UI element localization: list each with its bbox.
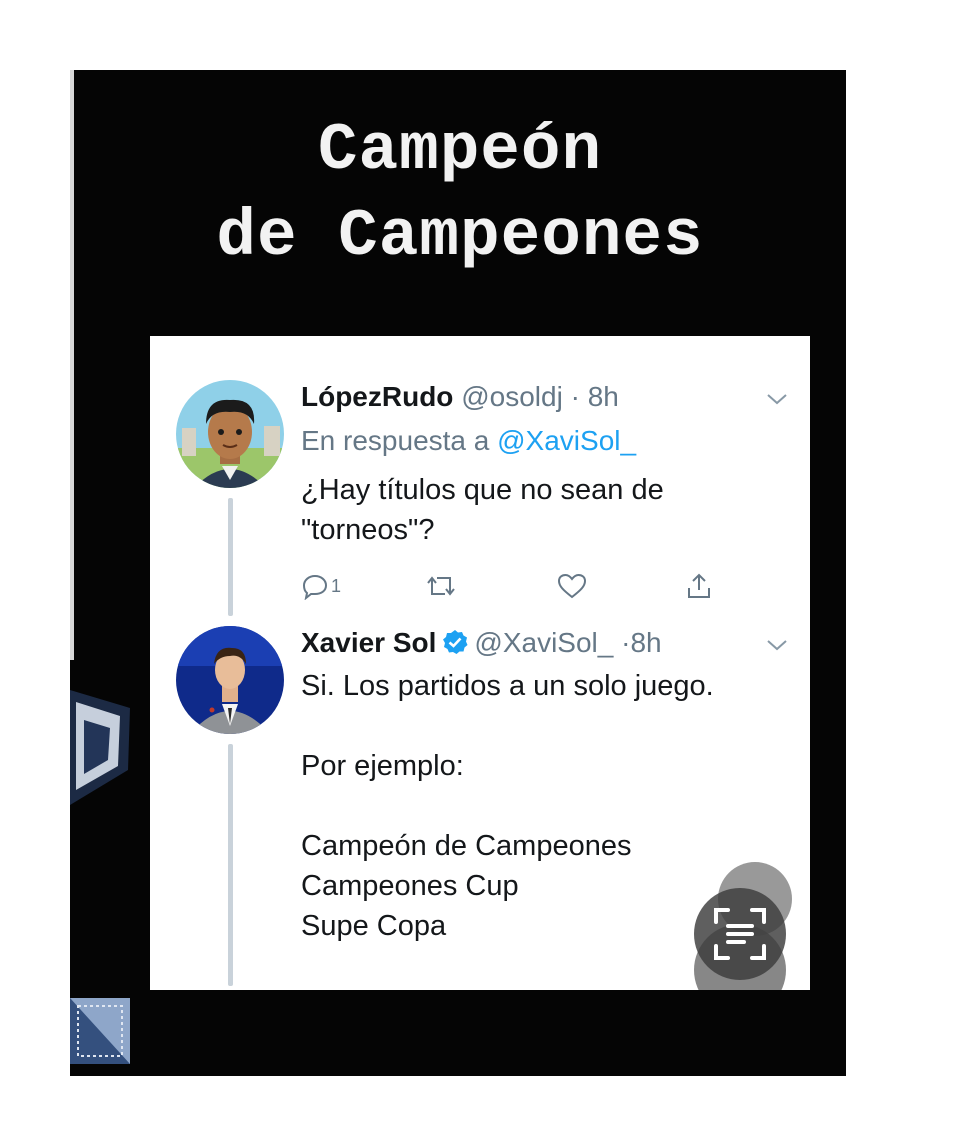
tweet-header: LópezRudo @osoldj · 8h [301,380,619,414]
frame-edge-divider [70,70,74,660]
profile-photo-icon [176,626,284,734]
like-icon [557,573,587,599]
reply-context: En respuesta a @XaviSol_ [301,424,636,458]
chevron-down-icon[interactable] [766,638,788,652]
display-name[interactable]: LópezRudo [301,381,453,412]
timestamp[interactable]: 8h [588,381,619,412]
reply-mention-link[interactable]: @XaviSol_ [497,425,636,456]
caption-line-1: Campeón [317,113,603,188]
verified-badge-icon [443,630,468,654]
tweet-actions: 1 [301,568,721,608]
text-scan-button[interactable] [694,888,786,980]
timestamp[interactable]: 8h [630,627,661,658]
separator-dot: · [570,381,580,412]
tweet-text-blank-line [301,786,714,826]
user-handle[interactable]: @XaviSol_ [474,627,613,658]
share-icon [688,573,710,598]
caption-line-2: de Campeones [216,199,704,274]
cartoon-avatar-icon [176,380,284,488]
thread-connector [228,744,233,986]
reply-icon [302,574,328,600]
tweet-header: Xavier Sol @XaviSol_ ·8h [301,626,662,660]
shield-graphic-icon [70,690,130,805]
reply-prefix: En respuesta a [301,425,490,456]
like-button[interactable] [557,568,587,604]
card-graphic-icon [70,998,130,1064]
tweet-text-line: Si. Los partidos a un solo juego. [301,670,714,702]
tweet-text-line: Por ejemplo: [301,750,464,782]
reply-count: 1 [331,575,342,596]
tweet-text-line: Campeones Cup [301,870,519,902]
tweet-text-line: Supe Copa [301,910,447,942]
thread-connector [228,498,233,616]
avatar[interactable] [176,380,284,488]
tweet-text-blank-line [301,706,714,746]
share-button[interactable] [685,568,713,604]
display-name[interactable]: Xavier Sol [301,627,436,658]
user-handle[interactable]: @osoldj [461,381,563,412]
tweet-lopezrudo[interactable]: LópezRudo @osoldj · 8h En respuesta a @X… [150,336,810,626]
avatar[interactable] [176,626,284,734]
text-scan-icon [714,908,766,960]
tweet-thread-screenshot: LópezRudo @osoldj · 8h En respuesta a @X… [150,336,810,990]
tweet-text: Si. Los partidos a un solo juego. Por ej… [301,666,714,946]
tweet-text-line: "torneos"? [301,514,435,546]
retweet-button[interactable] [425,568,457,604]
tweet-text-line: ¿Hay títulos que no sean de [301,474,664,506]
tweet-text-line: Campeón de Campeones [301,830,632,862]
tweet-text: ¿Hay títulos que no sean de "torneos"? [301,470,664,550]
chevron-down-icon[interactable] [766,392,788,406]
meme-caption: Campeón de Campeones [150,108,770,280]
reply-button[interactable]: 1 [301,568,341,604]
retweet-icon [427,576,455,596]
